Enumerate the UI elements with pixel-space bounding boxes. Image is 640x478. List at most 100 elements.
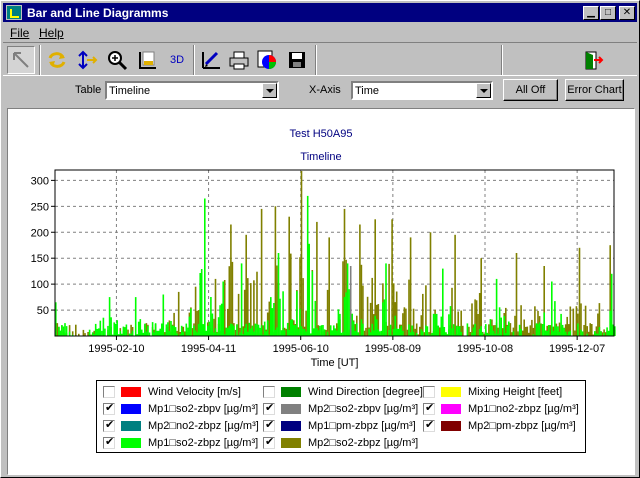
legend-checkbox[interactable] [263,418,275,432]
table-select[interactable]: Timeline [105,81,279,100]
chart-bar [265,331,267,336]
chart-bar [382,302,384,336]
app-icon[interactable] [6,5,22,20]
chart-bar [538,322,541,336]
legend-checkbox[interactable] [103,401,115,415]
chart-bar [214,278,217,336]
chart-bar [153,332,155,336]
all-off-button[interactable]: All Off [503,79,558,101]
title-bar[interactable]: Bar and Line Diagramms ▁ □ ✕ [3,3,637,22]
chart-bar [577,323,579,336]
chart-bar [359,224,361,336]
axes-button[interactable] [133,46,161,74]
save-button[interactable] [283,46,311,74]
print-button[interactable] [225,46,253,74]
select-tool-button[interactable] [7,46,35,74]
copy-chart-button[interactable] [253,46,281,74]
x-axis-label: Time [UT] [311,357,359,369]
chart-bar [190,308,192,336]
chart-bar [177,291,180,336]
legend-item[interactable]: Mp1□so2-zbpv [µg/m³] [103,401,258,417]
legend-item[interactable]: Mp1□no2-zbpz [µg/m³] [423,401,579,417]
table-select-value: Timeline [109,85,151,97]
legend-item[interactable]: Mp1□pm-zbpz [µg/m³] [263,418,416,434]
chart-bar [437,325,439,336]
chart-bar [580,329,582,336]
legend-swatch [121,421,141,431]
chart-bar [601,332,604,336]
minimize-button[interactable]: ▁ [583,6,599,20]
chevron-down-icon[interactable] [476,83,491,98]
menu-file[interactable]: File [10,26,29,40]
chart-bar [223,280,226,336]
legend-checkbox[interactable] [423,401,435,415]
chart-bar [139,319,142,336]
legend-label: Mp2□so2-zbpv [µg/m³] [308,403,419,415]
chart-bar [607,330,610,336]
legend-item[interactable]: Mp2□no2-zbpz [µg/m³] [103,418,259,434]
chart-3d-button[interactable]: 3D [163,46,191,74]
legend-checkbox[interactable] [423,386,435,398]
legend-checkbox[interactable] [103,418,115,432]
chart-bar [546,331,548,336]
bar-chart[interactable]: 50 100 150 200 250 300 1995-02-10 1995-04-11 199… [8,109,634,379]
chart-bar [162,294,165,336]
chart-bar [394,315,396,336]
chart-bar [228,325,231,336]
chart-bar [302,278,304,336]
legend-checkbox[interactable] [103,435,115,449]
legend-item[interactable]: Mp2□so2-zbpv [µg/m³] [263,401,418,417]
legend-checkbox[interactable] [423,418,435,432]
chart-bar [62,326,65,336]
chart-bar [273,303,275,336]
chart-bar [503,315,505,336]
chart-bar [168,330,171,336]
x-axis-label: X-Axis [309,84,341,96]
chart-bar [276,265,278,336]
chart-bar [356,323,358,336]
legend-checkbox[interactable] [263,386,275,398]
chart-bar [328,237,330,336]
x-axis-select[interactable]: Time [351,81,493,100]
legend-item[interactable]: Mp1□so2-zbpz [µg/m³] [103,435,258,451]
legend-item[interactable]: Mixing Height [feet] [423,384,562,400]
chart-bar [170,321,172,336]
chart-bar [495,278,498,336]
chart-bar [210,297,212,336]
axis-scale-button[interactable] [73,46,101,74]
chart-bar [293,325,295,336]
toolbar: 3D [3,42,637,76]
legend-checkbox[interactable] [263,401,275,415]
exit-button[interactable] [579,46,607,74]
app-window: Bar and Line Diagramms ▁ □ ✕ File Help 3… [0,0,640,478]
legend-checkbox[interactable] [103,386,115,398]
menu-help[interactable]: Help [39,26,64,40]
error-chart-button[interactable]: Error Chart [565,79,624,101]
chart-bar [99,320,102,336]
chart-bar [253,331,255,336]
exit-door-icon [585,51,604,70]
legend-checkbox[interactable] [263,435,275,449]
zoom-button[interactable] [103,46,131,74]
legend-item[interactable]: Mp2□so2-zbpz [µg/m³] [263,435,418,451]
chart-bar [515,253,518,336]
legend-item[interactable]: Wind Direction [degree] [263,384,423,400]
chart-bar [300,326,303,336]
chart-bar [552,331,555,336]
edit-chart-button[interactable] [197,46,225,74]
chart-bar [302,328,304,336]
chart-bar [392,329,395,336]
refresh-button[interactable] [43,46,71,74]
chart-bar [68,331,71,336]
chart-bar [239,332,241,336]
close-button[interactable]: ✕ [619,6,635,20]
legend-swatch [441,404,461,414]
chart-bar [182,331,185,336]
chart-bar [113,322,115,336]
chevron-down-icon[interactable] [262,83,277,98]
legend-item[interactable]: Wind Velocity [m/s] [103,384,241,400]
legend-item[interactable]: Mp2□pm-zbpz [µg/m³] [423,418,576,434]
maximize-button[interactable]: □ [600,6,616,20]
chart-bar [131,330,134,336]
chart-bar [194,330,197,336]
